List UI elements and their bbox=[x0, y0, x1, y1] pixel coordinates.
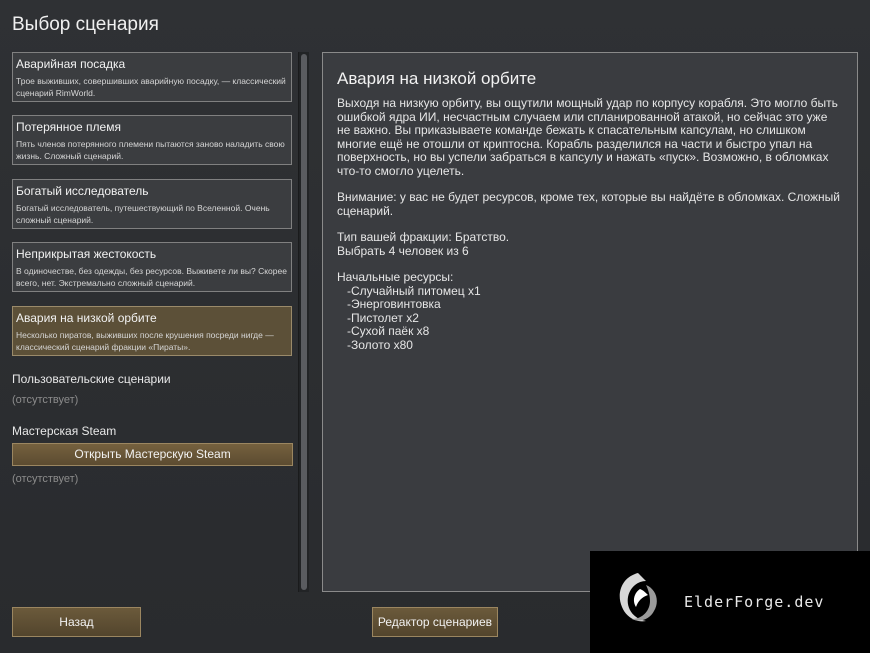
workshop-absent: (отсутствует) bbox=[12, 473, 79, 485]
scrollbar-thumb[interactable] bbox=[301, 54, 307, 590]
detail-warning: Внимание: у вас не будет ресурсов, кроме… bbox=[337, 190, 840, 218]
scenario-description: Богатый исследователь, путешествующий по… bbox=[16, 203, 270, 225]
detail-faction: Тип вашей фракции: Братство. bbox=[337, 230, 510, 244]
resources-label: Начальные ресурсы: bbox=[337, 270, 454, 284]
detail-body: Выходя на низкую орбиту, вы ощутили мощн… bbox=[337, 96, 843, 352]
resource-item: -Энерговинтовка bbox=[347, 297, 441, 311]
scenario-title: Потерянное племя bbox=[16, 120, 121, 134]
scenario-editor-button[interactable]: Редактор сценариев bbox=[372, 607, 498, 637]
scenario-item-crashlanded[interactable]: Аварийная посадка Трое выживших, соверши… bbox=[12, 52, 292, 102]
scenario-title: Авария на низкой орбите bbox=[16, 311, 157, 325]
scenario-detail-panel: Авария на низкой орбите Выходя на низкую… bbox=[322, 52, 858, 592]
detail-title: Авария на низкой орбите bbox=[337, 69, 537, 88]
custom-scenarios-absent: (отсутствует) bbox=[12, 394, 79, 406]
scenario-list: Аварийная посадка Трое выживших, соверши… bbox=[12, 52, 296, 592]
watermark-text: ElderForge.dev bbox=[684, 593, 825, 611]
scenario-item-rich-explorer[interactable]: Богатый исследователь Богатый исследоват… bbox=[12, 179, 292, 229]
page-title: Выбор сценария bbox=[12, 14, 159, 35]
scenario-title: Аварийная посадка bbox=[16, 57, 126, 71]
scenario-item-low-orbit-crash[interactable]: Авария на низкой орбите Несколько пирато… bbox=[12, 306, 292, 356]
scenario-description: В одиночестве, без одежды, без ресурсов.… bbox=[16, 266, 287, 288]
dragon-logo-icon bbox=[619, 573, 657, 622]
scenario-item-naked-brutality[interactable]: Неприкрытая жестокость В одиночестве, бе… bbox=[12, 242, 292, 292]
detail-choose-pawns: Выбрать 4 человек из 6 bbox=[337, 243, 469, 258]
open-workshop-button[interactable]: Открыть Мастерскую Steam bbox=[12, 443, 293, 466]
scenario-description: Трое выживших, совершивших аварийную пос… bbox=[16, 76, 286, 98]
back-button[interactable]: Назад bbox=[12, 607, 141, 637]
scenario-list-scrollbar[interactable] bbox=[298, 52, 309, 592]
scenario-title: Богатый исследователь bbox=[16, 184, 149, 198]
resource-item: -Золото x80 bbox=[347, 337, 413, 352]
detail-paragraph: Выходя на низкую орбиту, вы ощутили мощн… bbox=[337, 96, 838, 178]
scenario-description: Пять членов потерянного племени пытаются… bbox=[16, 139, 285, 161]
scenario-title: Неприкрытая жестокость bbox=[16, 247, 157, 261]
scenario-selection-screen: Выбор сценария Аварийная посадка Трое вы… bbox=[0, 0, 870, 653]
scenario-description: Несколько пиратов, выживших после крушен… bbox=[16, 330, 274, 352]
resource-item: -Пистолет x2 bbox=[347, 310, 419, 325]
resource-item: -Сухой паёк x8 bbox=[347, 324, 430, 338]
scenario-item-lost-tribe[interactable]: Потерянное племя Пять членов потерянного… bbox=[12, 115, 292, 165]
custom-scenarios-label: Пользовательские сценарии bbox=[12, 372, 171, 386]
workshop-label: Мастерская Steam bbox=[12, 424, 117, 438]
watermark: ElderForge.dev bbox=[590, 551, 870, 653]
resource-item: -Случайный питомец x1 bbox=[347, 283, 481, 298]
